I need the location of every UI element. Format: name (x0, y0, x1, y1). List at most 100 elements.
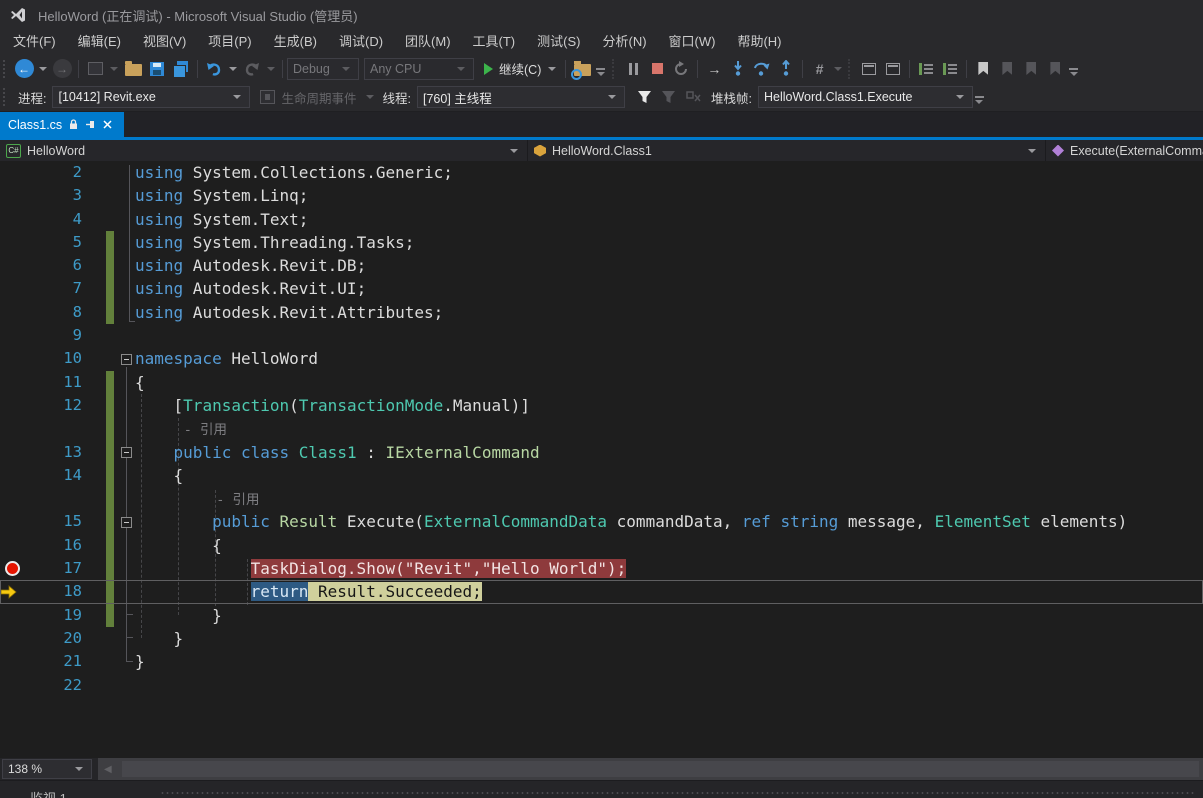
glyph-margin[interactable] (0, 208, 30, 231)
tab-class1cs[interactable]: Class1.cs (0, 112, 124, 137)
menu-team[interactable]: 团队(M) (394, 30, 462, 54)
breakpoints-window-button[interactable] (857, 57, 881, 81)
solution-platform-combobox[interactable]: Any CPU (364, 57, 474, 80)
fold-collapse-box[interactable] (118, 347, 135, 370)
code-line-16[interactable]: 16 { (0, 533, 1203, 558)
code-line-8[interactable]: 8 using Autodesk.Revit.Attributes; (0, 300, 1203, 325)
glyph-margin[interactable] (0, 441, 30, 464)
bookmark-toolbar-overflow[interactable] (1069, 67, 1079, 76)
toolbar-grip2[interactable] (3, 88, 9, 106)
menu-edit[interactable]: 编辑(E) (67, 30, 132, 54)
process-combobox[interactable]: [10412] Revit.exe (52, 86, 251, 108)
debug-toolbar-overflow[interactable] (974, 96, 984, 104)
new-project-dropdown[interactable] (110, 66, 118, 71)
menu-build[interactable]: 生成(B) (263, 30, 328, 54)
code-line-13[interactable]: 13 public class Class1 : IExternalComman… (0, 440, 1203, 464)
menu-project[interactable]: 项目(P) (197, 30, 262, 54)
code-line-codelens[interactable]: - 引用 (0, 417, 1203, 441)
glyph-margin[interactable] (0, 324, 30, 347)
menu-window[interactable]: 窗口(W) (658, 30, 727, 54)
reset-filter-button[interactable] (657, 85, 681, 109)
menu-debug[interactable]: 调试(D) (328, 30, 394, 54)
code-editor[interactable]: 2 using System.Collections.Generic; 3 using… (0, 161, 1203, 758)
navigate-back-dropdown[interactable] (39, 66, 47, 71)
fold-collapse-box[interactable] (118, 510, 135, 533)
scroll-left-arrow-icon[interactable] (104, 764, 112, 775)
glyph-margin[interactable] (0, 277, 30, 300)
indent-decrease-button[interactable] (914, 57, 938, 81)
close-icon[interactable] (103, 120, 112, 129)
pause-button[interactable] (621, 57, 645, 81)
glyph-margin[interactable] (0, 464, 30, 487)
toolbar-overflow-button[interactable] (596, 67, 606, 76)
debug-windows-dropdown[interactable] (834, 66, 843, 71)
glyph-margin[interactable] (0, 254, 30, 277)
glyph-margin[interactable] (0, 231, 30, 254)
code-line-4[interactable]: 4 using System.Text; (0, 208, 1203, 231)
solution-config-combobox[interactable]: Debug (287, 57, 359, 80)
code-line-14[interactable]: 14 { (0, 463, 1203, 488)
save-all-button[interactable] (169, 57, 193, 81)
next-bookmark-button[interactable] (1019, 57, 1043, 81)
open-file-button[interactable] (121, 57, 145, 81)
type-dropdown[interactable]: HelloWord.Class1 (528, 140, 1046, 161)
code-line-6[interactable]: 6 using Autodesk.Revit.DB; (0, 254, 1203, 278)
glyph-margin[interactable] (0, 301, 30, 324)
code-line-11[interactable]: 11 { (0, 370, 1203, 394)
show-disassembly-button[interactable] (807, 57, 831, 81)
horizontal-scrollbar[interactable] (98, 758, 1203, 780)
code-line-17[interactable]: 17 TaskDialog.Show("Revit","Hello World"… (0, 557, 1203, 581)
scrollbar-thumb[interactable] (122, 761, 1199, 777)
prev-bookmark-button[interactable] (995, 57, 1019, 81)
undo-button[interactable] (202, 57, 226, 81)
menu-view[interactable]: 视图(V) (132, 30, 197, 54)
output-window-button[interactable] (881, 57, 905, 81)
code-line-2[interactable]: 2 using System.Collections.Generic; (0, 161, 1203, 184)
code-line-5[interactable]: 5 using System.Threading.Tasks; (0, 230, 1203, 255)
menu-test[interactable]: 测试(S) (526, 30, 591, 54)
glyph-margin[interactable] (0, 184, 30, 207)
toggle-bookmark-button[interactable] (971, 57, 995, 81)
glyph-margin[interactable] (0, 627, 30, 650)
glyph-margin[interactable] (0, 510, 30, 533)
lifecycle-events-button[interactable]: 生命周期事件 (281, 88, 356, 107)
glyph-margin[interactable] (0, 371, 30, 394)
show-next-statement-button[interactable] (702, 57, 726, 81)
undo-dropdown[interactable] (229, 66, 237, 71)
lifecycle-dropdown[interactable] (365, 95, 374, 99)
step-over-button[interactable] (750, 57, 774, 81)
code-line-20[interactable]: 20 } (0, 627, 1203, 650)
code-line-7[interactable]: 7 using Autodesk.Revit.UI; (0, 277, 1203, 301)
restart-button[interactable] (669, 57, 693, 81)
code-line-codelens[interactable]: - 引用 (0, 487, 1203, 511)
glyph-margin[interactable] (0, 650, 30, 673)
code-line-10[interactable]: 10 namespace HelloWord (0, 347, 1203, 370)
new-project-button[interactable] (83, 57, 107, 81)
menu-file[interactable]: 文件(F) (2, 30, 67, 54)
project-dropdown[interactable]: HelloWord (0, 140, 528, 161)
save-button[interactable] (145, 57, 169, 81)
glyph-margin[interactable] (0, 487, 30, 510)
watch-panel-header[interactable]: 监视 1 (0, 780, 1203, 798)
code-line-15[interactable]: 15 public Result Execute(ExternalCommand… (0, 510, 1203, 534)
code-line-3[interactable]: 3 using System.Linq; (0, 184, 1203, 207)
thread-combobox[interactable]: [760] 主线程 (416, 86, 625, 108)
glyph-margin[interactable] (0, 674, 30, 697)
code-line-22[interactable]: 22 (0, 674, 1203, 697)
code-line-12[interactable]: 12 [Transaction(TransactionMode.Manual)] (0, 393, 1203, 418)
glyph-margin[interactable] (0, 534, 30, 557)
code-line-18[interactable]: 18 return Result.Succeeded; (0, 580, 1203, 604)
glyph-margin[interactable] (0, 394, 30, 417)
stack-frame-combobox[interactable]: HelloWord.Class1.Execute (757, 86, 973, 108)
navigate-forward-button[interactable] (50, 57, 74, 81)
member-dropdown[interactable]: Execute(ExternalComma (1046, 140, 1203, 161)
step-out-button[interactable] (774, 57, 798, 81)
toolbar-grip[interactable] (3, 59, 9, 78)
indent-increase-button[interactable] (938, 57, 962, 81)
code-line-9[interactable]: 9 (0, 324, 1203, 347)
fold-collapse-box[interactable] (118, 441, 135, 464)
zoom-combobox[interactable]: 138 % (2, 759, 92, 779)
flagged-threads-button[interactable] (681, 85, 705, 109)
glyph-margin[interactable] (0, 161, 30, 184)
glyph-margin[interactable] (0, 417, 30, 440)
